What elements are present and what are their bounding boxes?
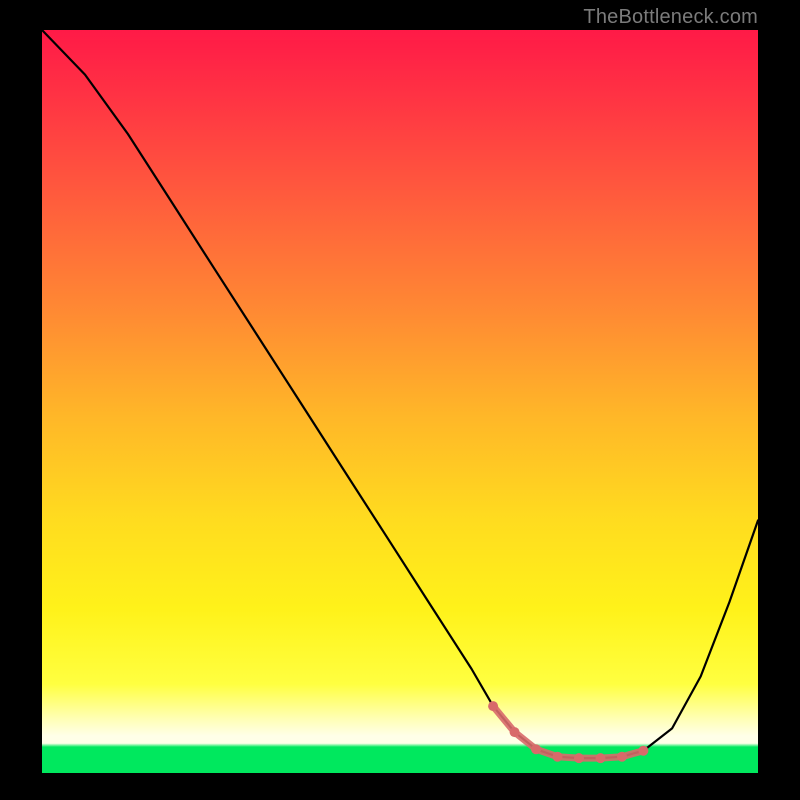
plot-area bbox=[42, 30, 758, 773]
lowlight-marker bbox=[510, 727, 520, 737]
bottleneck-curve bbox=[42, 30, 758, 758]
lowlight-marker bbox=[596, 753, 606, 763]
lowlight-marker bbox=[574, 753, 584, 763]
lowlight-markers bbox=[488, 701, 648, 763]
lowlight-marker bbox=[617, 752, 627, 762]
lowlight-marker bbox=[638, 746, 648, 756]
chart-frame: TheBottleneck.com bbox=[0, 0, 800, 800]
curve-path bbox=[42, 30, 758, 758]
lowlight-marker bbox=[531, 744, 541, 754]
lowlight-marker bbox=[553, 752, 563, 762]
chart-svg bbox=[42, 30, 758, 773]
lowlight-marker bbox=[488, 701, 498, 711]
watermark-text: TheBottleneck.com bbox=[583, 6, 758, 29]
